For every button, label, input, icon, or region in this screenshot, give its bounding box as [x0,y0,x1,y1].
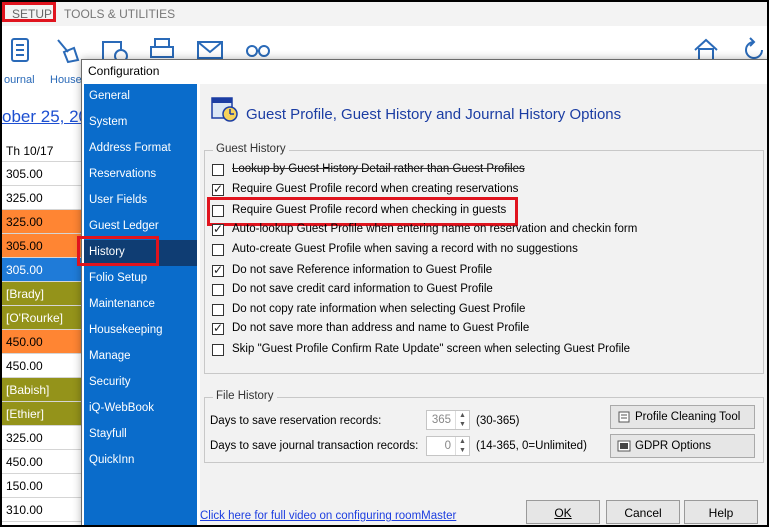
reservation-days-range: (30-365) [476,415,520,427]
file-history-title: File History [213,390,277,402]
broom-icon[interactable] [52,36,80,64]
checkbox[interactable] [212,244,224,256]
nav-item-iq-webbook[interactable]: iQ-WebBook [84,396,197,422]
tools-utilities-menu[interactable]: TOOLS & UTILITIES [64,7,175,21]
journal-days-range: (14-365, 0=Unlimited) [476,440,587,452]
grid-cell[interactable]: [Brady] [2,282,84,306]
grid-cell[interactable]: 305.00 [2,258,84,282]
profile-cleaning-label: Profile Cleaning Tool [635,411,741,423]
checkbox[interactable] [212,304,224,316]
grid-cell[interactable]: 325.00 [2,210,84,234]
grid-cell[interactable]: 310.00 [2,498,84,522]
nav-item-user-fields[interactable]: User Fields [84,188,197,214]
reservation-days-label: Days to save reservation records: [210,415,382,427]
checkbox[interactable] [212,344,224,356]
grid-cell[interactable]: [Babish] [2,378,84,402]
option-label: Auto-create Guest Profile when saving a … [232,243,578,255]
nav-item-quickinn[interactable]: QuickInn [84,448,197,474]
house-label: House [50,74,82,86]
setup-menu[interactable]: SETUP [2,2,56,22]
journal-days-label: Days to save journal transaction records… [210,440,419,452]
spin-arrows-icon[interactable]: ▲ ▼ [455,437,469,455]
page-title: Guest Profile, Guest History and Journal… [246,106,622,123]
nav-item-general[interactable]: General [84,84,197,110]
grid-cell[interactable]: 305.00 [2,234,84,258]
grid-cell[interactable]: 450.00 [2,354,84,378]
journal-icon[interactable] [6,36,34,64]
config-nav: General System Address Format Reservatio… [77,84,197,525]
profile-cleaning-button[interactable]: Profile Cleaning Tool [610,405,755,429]
journal-label: ournal [4,74,35,86]
guest-history-title: Guest History [213,143,289,155]
rack-grid-column: Th 10/17 305.00 325.00 325.00 305.00 305… [2,138,84,522]
dialog-title: Configuration [88,64,160,78]
nav-item-reservations[interactable]: Reservations [84,162,197,188]
grid-cell[interactable]: 325.00 [2,186,84,210]
date-link[interactable]: ober 25, 20 [2,107,88,127]
nav-item-history[interactable]: History [77,236,197,266]
configuration-dialog: Configuration General System Address For… [77,59,767,525]
grid-cell[interactable]: [Ethier] [2,402,84,426]
spin-arrows-icon[interactable]: ▲ ▼ [455,411,469,429]
nav-item-folio-setup[interactable]: Folio Setup [84,266,197,292]
video-link[interactable]: Click here for full video on configuring… [200,510,456,522]
option-label: Skip "Guest Profile Confirm Rate Update"… [232,343,631,355]
history-options-panel: Guest Profile, Guest History and Journal… [200,84,767,525]
menu-bar: SETUP TOOLS & UTILITIES [2,2,767,26]
nav-item-system[interactable]: System [84,110,197,136]
grid-cell[interactable]: 450.00 [2,330,84,354]
grid-day-header: Th 10/17 [2,138,84,162]
journal-days-value: 0 [444,440,451,452]
gdpr-options-label: GDPR Options [635,440,712,452]
cancel-button[interactable]: Cancel [606,500,680,524]
grid-cell[interactable]: 150.00 [2,474,84,498]
option-label: Do not save Reference information to Gue… [232,264,493,276]
checkbox[interactable] [212,205,224,217]
option-label: Require Guest Profile record when creati… [232,183,519,195]
journal-days-stepper[interactable]: 0 ▲ ▼ [426,436,470,456]
nav-item-security[interactable]: Security [84,370,197,396]
nav-item-maintenance[interactable]: Maintenance [84,292,197,318]
checkbox[interactable] [212,263,224,277]
ok-button[interactable]: OK [526,500,600,524]
option-label: Do not save more than address and name t… [232,322,530,334]
checkbox[interactable] [212,222,224,236]
reservation-days-stepper[interactable]: 365 ▲ ▼ [426,410,470,430]
help-button[interactable]: Help [684,500,758,524]
option-label: Lookup by Guest History Detail rather th… [232,163,525,175]
history-highlight-box [77,236,159,266]
nav-item-stayfull[interactable]: Stayfull [84,422,197,448]
checkbox[interactable] [212,164,224,176]
nav-item-housekeeping[interactable]: Housekeeping [84,318,197,344]
option-label: Auto-lookup Guest Profile when entering … [232,223,638,235]
checkbox[interactable] [212,321,224,335]
option-label: Require Guest Profile record when checki… [232,204,507,216]
document-icon [618,411,630,423]
ok-label: OK [554,506,572,520]
calendar-clock-header-icon [211,97,238,122]
gdpr-icon [617,440,631,452]
checkbox[interactable] [212,284,224,296]
checkbox[interactable] [212,182,224,196]
option-label: Do not copy rate information when select… [232,303,526,315]
nav-item-manage[interactable]: Manage [84,344,197,370]
grid-cell[interactable]: [O'Rourke] [2,306,84,330]
grid-cell[interactable]: 450.00 [2,450,84,474]
grid-cell[interactable]: 305.00 [2,162,84,186]
grid-cell[interactable]: 325.00 [2,426,84,450]
option-label: Do not save credit card information to G… [232,283,493,295]
app-background: SETUP TOOLS & UTILITIES ournal House obe… [0,0,769,527]
nav-item-address-format[interactable]: Address Format [84,136,197,162]
gdpr-options-button[interactable]: GDPR Options [610,434,755,458]
reservation-days-value: 365 [431,414,451,426]
